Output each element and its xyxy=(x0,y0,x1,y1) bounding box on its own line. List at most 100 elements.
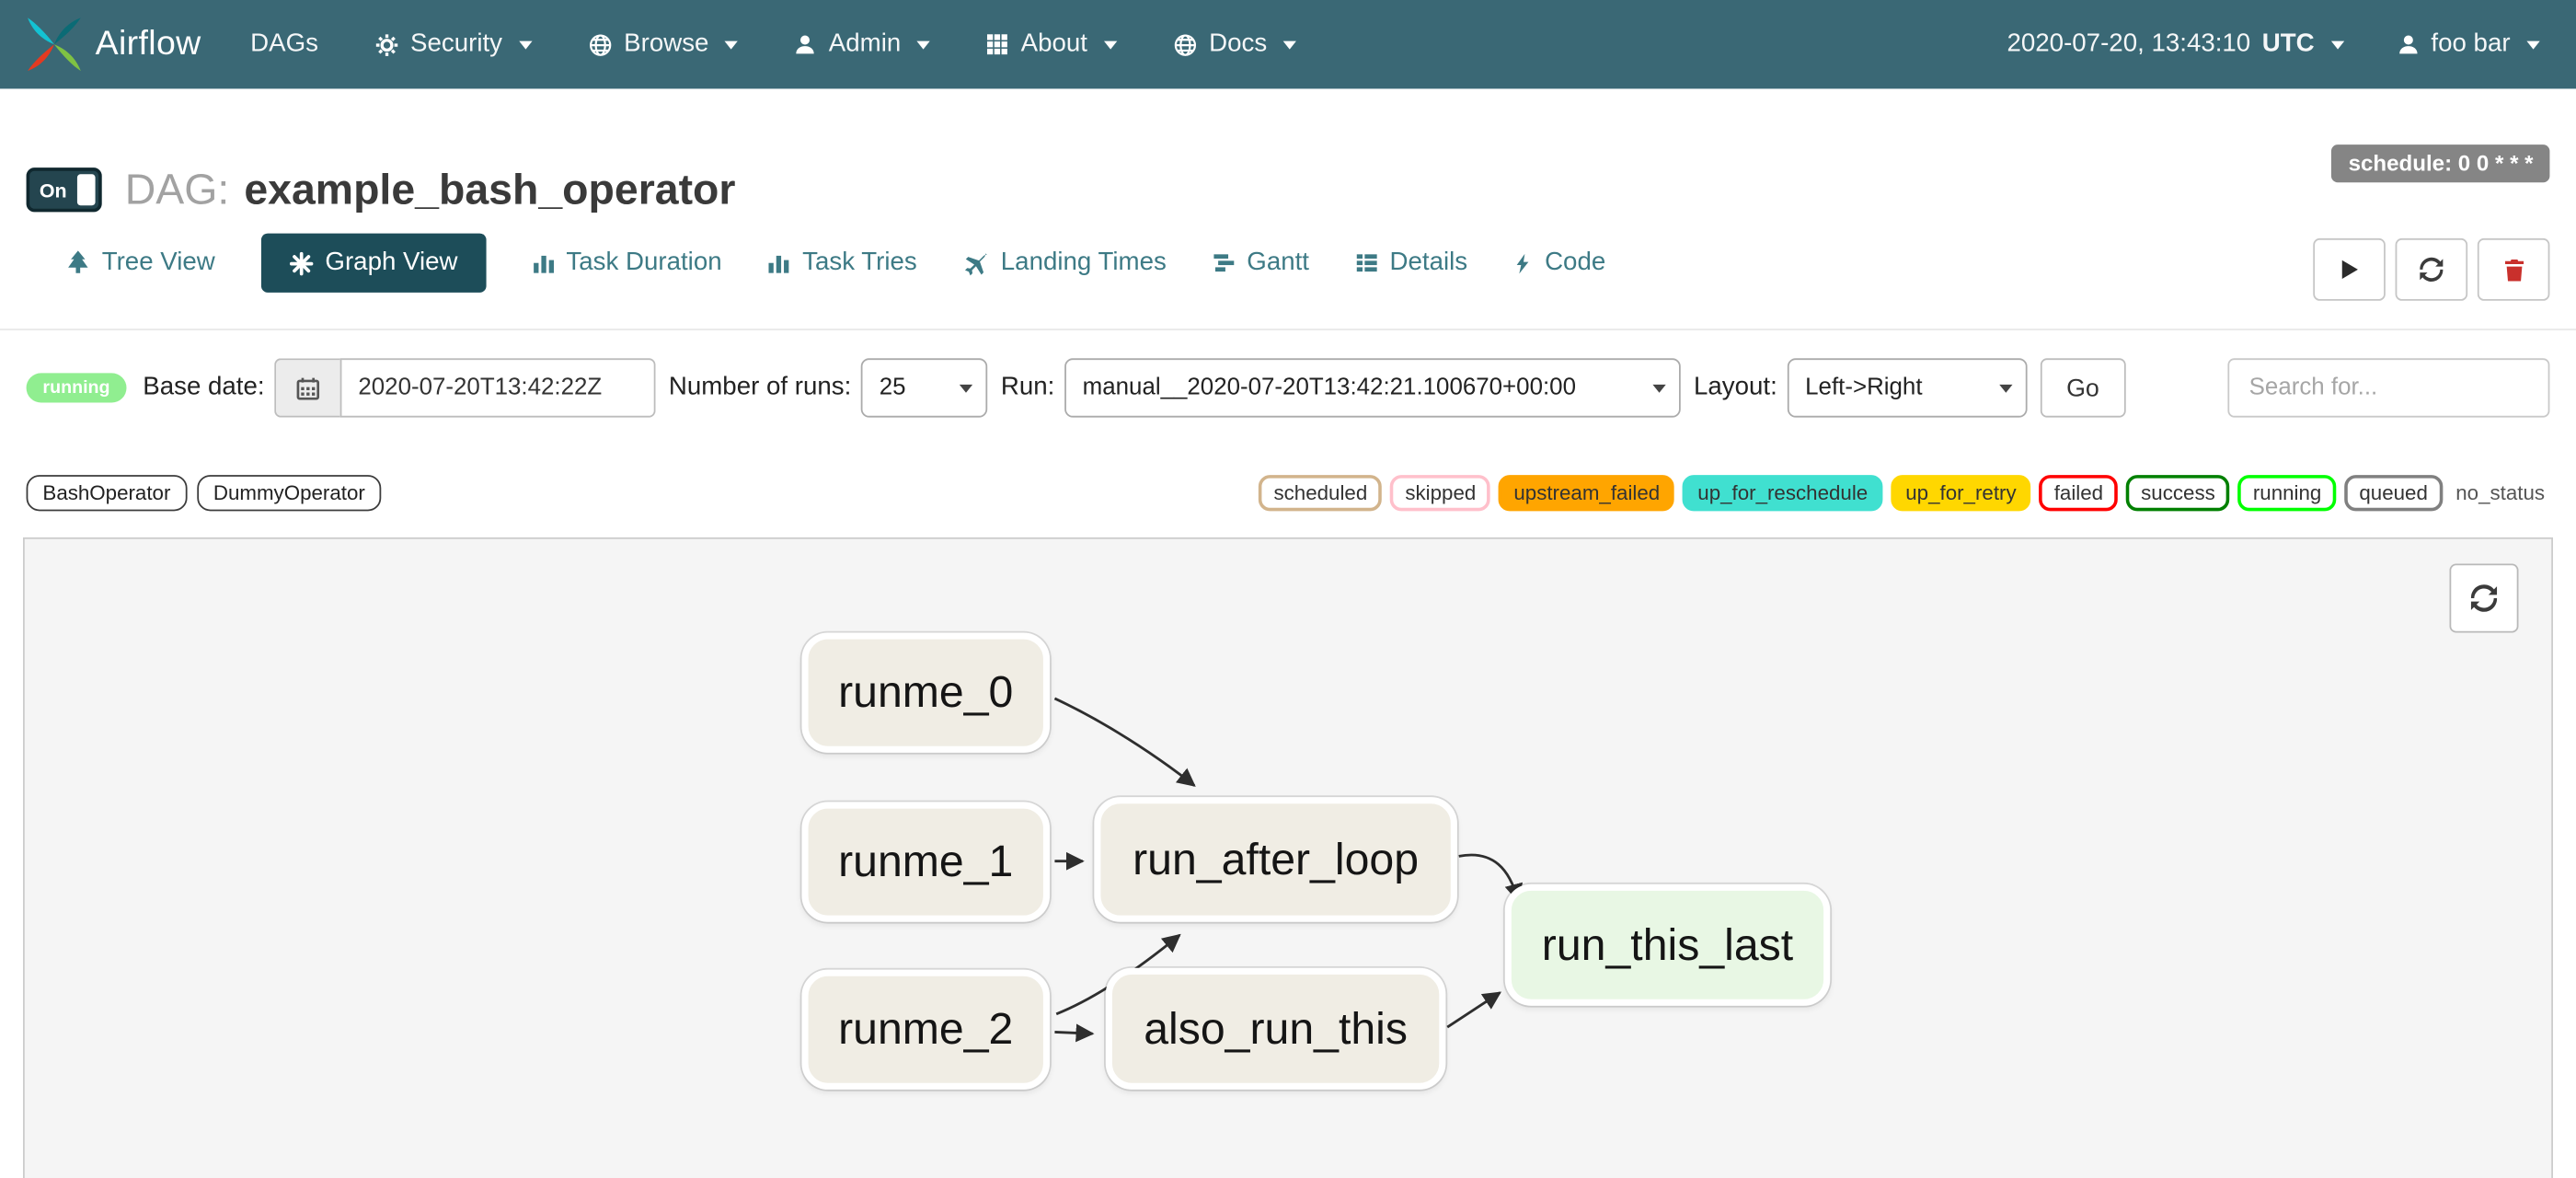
nav-item-label: Admin xyxy=(829,29,901,59)
schedule-badge: schedule: 0 0 * * * xyxy=(2332,144,2550,182)
nav-item-browse[interactable]: Browse xyxy=(588,29,739,59)
nav-item-label: DAGs xyxy=(250,29,318,59)
calendar-button[interactable] xyxy=(274,358,339,417)
tab-tree-view[interactable]: Tree View xyxy=(65,248,214,278)
tab-label: Task Duration xyxy=(566,248,721,278)
graph-refresh-button[interactable] xyxy=(2449,563,2518,632)
username: foo bar xyxy=(2431,29,2510,59)
state-badge-failed: failed xyxy=(2040,475,2119,511)
plane-icon xyxy=(963,250,990,275)
play-icon xyxy=(2338,258,2361,281)
state-badge-skipped: skipped xyxy=(1390,475,1490,511)
view-tabs: Tree View Graph View Task Duration Task … xyxy=(65,230,2549,295)
task-node-runme-0[interactable]: runme_0 xyxy=(801,632,1050,752)
gear-icon xyxy=(374,32,399,57)
grid-icon xyxy=(986,33,1009,56)
num-runs-select[interactable]: 25 xyxy=(861,358,988,417)
tab-landing-times[interactable]: Landing Times xyxy=(963,248,1167,278)
chevron-down-icon xyxy=(1283,40,1296,49)
layout-label: Layout: xyxy=(1694,373,1777,402)
tab-label: Code xyxy=(1545,248,1605,278)
base-date-group xyxy=(274,358,655,417)
task-node-runme-1[interactable]: runme_1 xyxy=(801,802,1050,921)
run-label: Run: xyxy=(1001,373,1054,402)
dag-prefix: DAG: xyxy=(125,165,230,215)
state-badge-success: success xyxy=(2126,475,2230,511)
state-badge-queued: queued xyxy=(2344,475,2443,511)
nav-item-security[interactable]: Security xyxy=(374,29,532,59)
bolt-icon xyxy=(1513,250,1533,275)
task-node-also-run-this[interactable]: also_run_this xyxy=(1106,968,1446,1090)
bar-chart-icon xyxy=(768,251,791,274)
task-node-run-this-last[interactable]: run_this_last xyxy=(1505,884,1831,1006)
run-select[interactable]: manual__2020-07-20T13:42:21.100670+00:00 xyxy=(1064,358,1681,417)
clock-timezone: UTC xyxy=(2262,29,2315,59)
state-badge-scheduled: scheduled xyxy=(1259,475,1382,511)
nav-item-about[interactable]: About xyxy=(986,29,1117,59)
state-badge-up-for-retry: up_for_retry xyxy=(1891,475,2031,511)
nav-item-label: Browse xyxy=(624,29,708,59)
dag-pause-toggle[interactable]: On xyxy=(27,167,102,212)
layout-value: Left->Right xyxy=(1805,375,1922,401)
clock-menu[interactable]: 2020-07-20, 13:43:10 UTC xyxy=(2007,29,2344,59)
nav-item-dags[interactable]: DAGs xyxy=(250,29,318,59)
nav-item-label: Docs xyxy=(1209,29,1267,59)
airflow-app: Airflow DAGs Security xyxy=(0,0,2576,1178)
list-icon xyxy=(1355,251,1378,274)
state-badge-no-status: no_status xyxy=(2451,479,2550,508)
go-button[interactable]: Go xyxy=(2040,358,2125,417)
run-value: manual__2020-07-20T13:42:21.100670+00:00 xyxy=(1083,375,1576,401)
user-icon xyxy=(2397,33,2420,56)
globe-icon xyxy=(588,32,613,57)
delete-dag-button[interactable] xyxy=(2478,238,2550,301)
tab-label: Landing Times xyxy=(1001,248,1167,278)
layout-select[interactable]: Left->Right xyxy=(1787,358,2027,417)
nav-item-docs[interactable]: Docs xyxy=(1173,29,1297,59)
globe-icon xyxy=(1173,32,1198,57)
calendar-icon xyxy=(296,375,321,400)
tab-task-duration[interactable]: Task Duration xyxy=(532,248,722,278)
navbar-right: 2020-07-20, 13:43:10 UTC foo bar xyxy=(2007,29,2540,59)
state-badge-running: running xyxy=(2238,475,2337,511)
user-menu[interactable]: foo bar xyxy=(2397,29,2540,59)
chevron-down-icon xyxy=(960,385,972,393)
tab-gantt[interactable]: Gantt xyxy=(1213,248,1309,278)
tab-label: Tree View xyxy=(102,248,215,278)
brand-name: Airflow xyxy=(96,25,201,64)
trash-icon xyxy=(2501,257,2526,282)
trigger-dag-button[interactable] xyxy=(2313,238,2386,301)
refresh-icon xyxy=(2419,257,2445,283)
divider xyxy=(0,329,2576,330)
operator-badge-bashoperator: BashOperator xyxy=(27,475,188,511)
graph-controls: running Base date: Number of runs: 25 Ru… xyxy=(27,358,2550,417)
dag-run-state-badge: running xyxy=(27,373,127,402)
dag-action-buttons xyxy=(2313,238,2549,301)
tab-label: Graph View xyxy=(325,248,457,278)
tab-label: Gantt xyxy=(1247,248,1309,278)
toggle-knob xyxy=(77,174,96,205)
search-input[interactable] xyxy=(2227,358,2549,417)
refresh-icon xyxy=(2469,583,2499,613)
dag-name: example_bash_operator xyxy=(244,165,735,215)
chevron-down-icon xyxy=(2330,40,2343,49)
nav-item-admin[interactable]: Admin xyxy=(794,29,930,59)
task-node-runme-2[interactable]: runme_2 xyxy=(801,970,1050,1090)
user-icon xyxy=(794,33,817,56)
graph-icon xyxy=(289,250,314,275)
chevron-down-icon xyxy=(1104,40,1117,49)
clock-text: 2020-07-20, 13:43:10 xyxy=(2007,29,2251,59)
graph-panel: runme_0 runme_1 runme_2 run_after_loop a… xyxy=(23,537,2553,1178)
tab-details[interactable]: Details xyxy=(1355,248,1467,278)
tab-label: Details xyxy=(1390,248,1468,278)
nav-menu: DAGs Security Browse xyxy=(250,29,1296,59)
refresh-dag-button[interactable] xyxy=(2396,238,2468,301)
chevron-down-icon xyxy=(1999,385,2012,393)
tab-code[interactable]: Code xyxy=(1513,248,1605,278)
airflow-brand[interactable]: Airflow xyxy=(27,17,201,73)
tab-task-tries[interactable]: Task Tries xyxy=(768,248,917,278)
task-node-run-after-loop[interactable]: run_after_loop xyxy=(1094,797,1457,922)
gantt-icon xyxy=(1213,251,1236,274)
chevron-down-icon xyxy=(917,40,930,49)
tab-graph-view[interactable]: Graph View xyxy=(261,234,486,293)
base-date-input[interactable] xyxy=(340,358,656,417)
